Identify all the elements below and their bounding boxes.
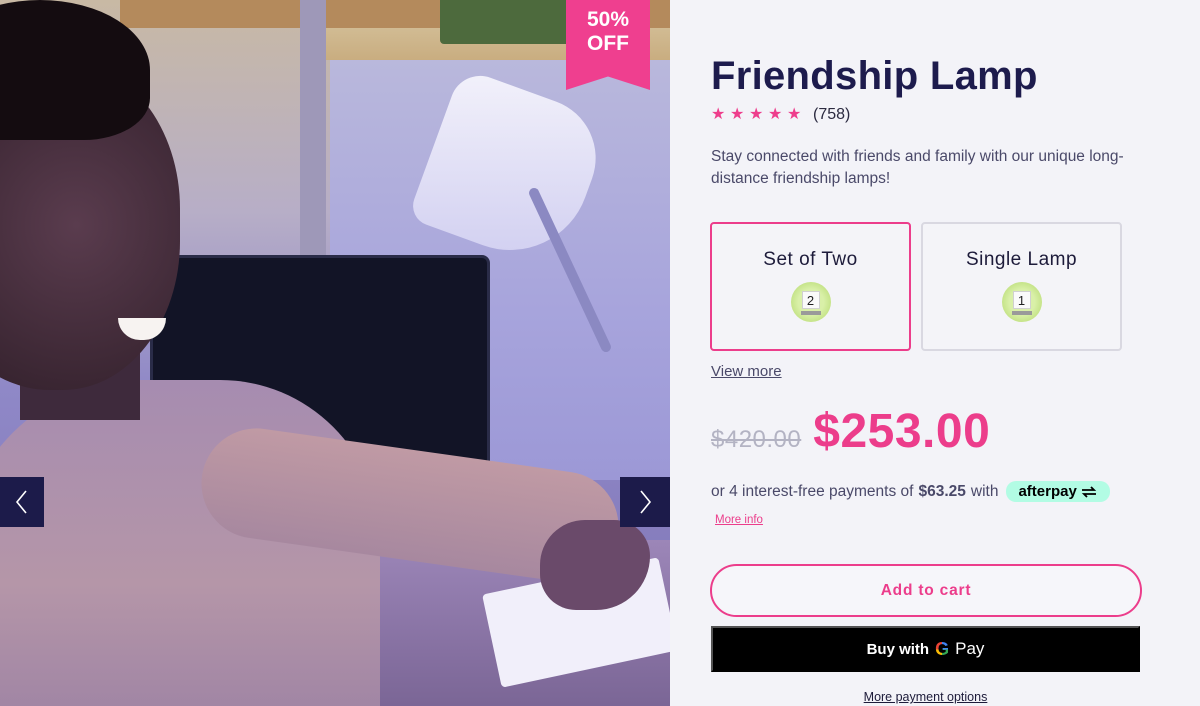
afterpay-message: or 4 interest-free payments of $63.25 wi… xyxy=(711,481,1110,502)
variant-label: Set of Two xyxy=(763,249,858,270)
afterpay-prefix: or 4 interest-free payments of xyxy=(711,482,914,500)
rating-stars: ★ ★ ★ ★ ★ xyxy=(711,107,803,123)
product-image-gallery: 50% OFF xyxy=(0,0,670,706)
gallery-next-button[interactable] xyxy=(620,477,670,527)
more-payment-options-link[interactable]: More payment options xyxy=(711,690,1140,704)
variant-icon-number: 2 xyxy=(801,291,820,309)
lamp-icon: 2 xyxy=(790,282,831,322)
chevron-left-icon xyxy=(15,490,27,514)
review-count: (758) xyxy=(813,106,851,123)
chevron-right-icon xyxy=(640,490,652,514)
variant-set-of-two[interactable]: Set of Two 2 xyxy=(710,222,911,351)
star-icon: ★ xyxy=(730,106,745,123)
variant-label: Single Lamp xyxy=(965,249,1078,270)
gpay-buy-with-label: Buy with xyxy=(866,640,930,658)
buy-with-gpay-button[interactable]: Buy with G Pay xyxy=(711,626,1140,672)
sale-price: $253.00 xyxy=(813,405,991,458)
product-description: Stay connected with friends and family w… xyxy=(711,148,1124,187)
discount-badge-off: OFF xyxy=(587,32,629,55)
star-icon: ★ xyxy=(768,106,783,123)
afterpay-arrows-icon xyxy=(1081,485,1097,498)
price-row: $420.00 $253.00 xyxy=(711,404,990,459)
afterpay-more-info-link[interactable]: More info xyxy=(715,514,763,526)
google-g-icon: G xyxy=(935,638,950,659)
variant-single-lamp[interactable]: Single Lamp 1 xyxy=(921,222,1122,351)
variant-icon-number: 1 xyxy=(1012,291,1031,309)
star-icon: ★ xyxy=(787,106,802,123)
add-to-cart-button[interactable]: Add to cart xyxy=(710,564,1142,617)
afterpay-amount: $63.25 xyxy=(918,482,966,500)
product-details: Friendship Lamp ★ ★ ★ ★ ★ (758) Stay con… xyxy=(670,0,1200,706)
afterpay-logo[interactable]: afterpay xyxy=(1006,481,1110,502)
view-more-link[interactable]: View more xyxy=(711,363,782,380)
afterpay-brand: afterpay xyxy=(1018,483,1077,500)
afterpay-suffix: with xyxy=(970,482,999,500)
discount-badge: 50% OFF xyxy=(566,0,650,90)
star-icon: ★ xyxy=(711,106,726,123)
product-rating[interactable]: ★ ★ ★ ★ ★ (758) xyxy=(711,106,850,124)
gallery-prev-button[interactable] xyxy=(0,477,44,527)
product-title: Friendship Lamp xyxy=(711,54,1038,98)
lamp-icon: 1 xyxy=(1001,282,1042,322)
gpay-pay-label: Pay xyxy=(955,639,985,658)
star-icon: ★ xyxy=(749,106,764,123)
product-photo xyxy=(0,0,670,706)
compare-at-price: $420.00 xyxy=(711,426,802,453)
discount-badge-percent: 50% xyxy=(586,8,630,31)
